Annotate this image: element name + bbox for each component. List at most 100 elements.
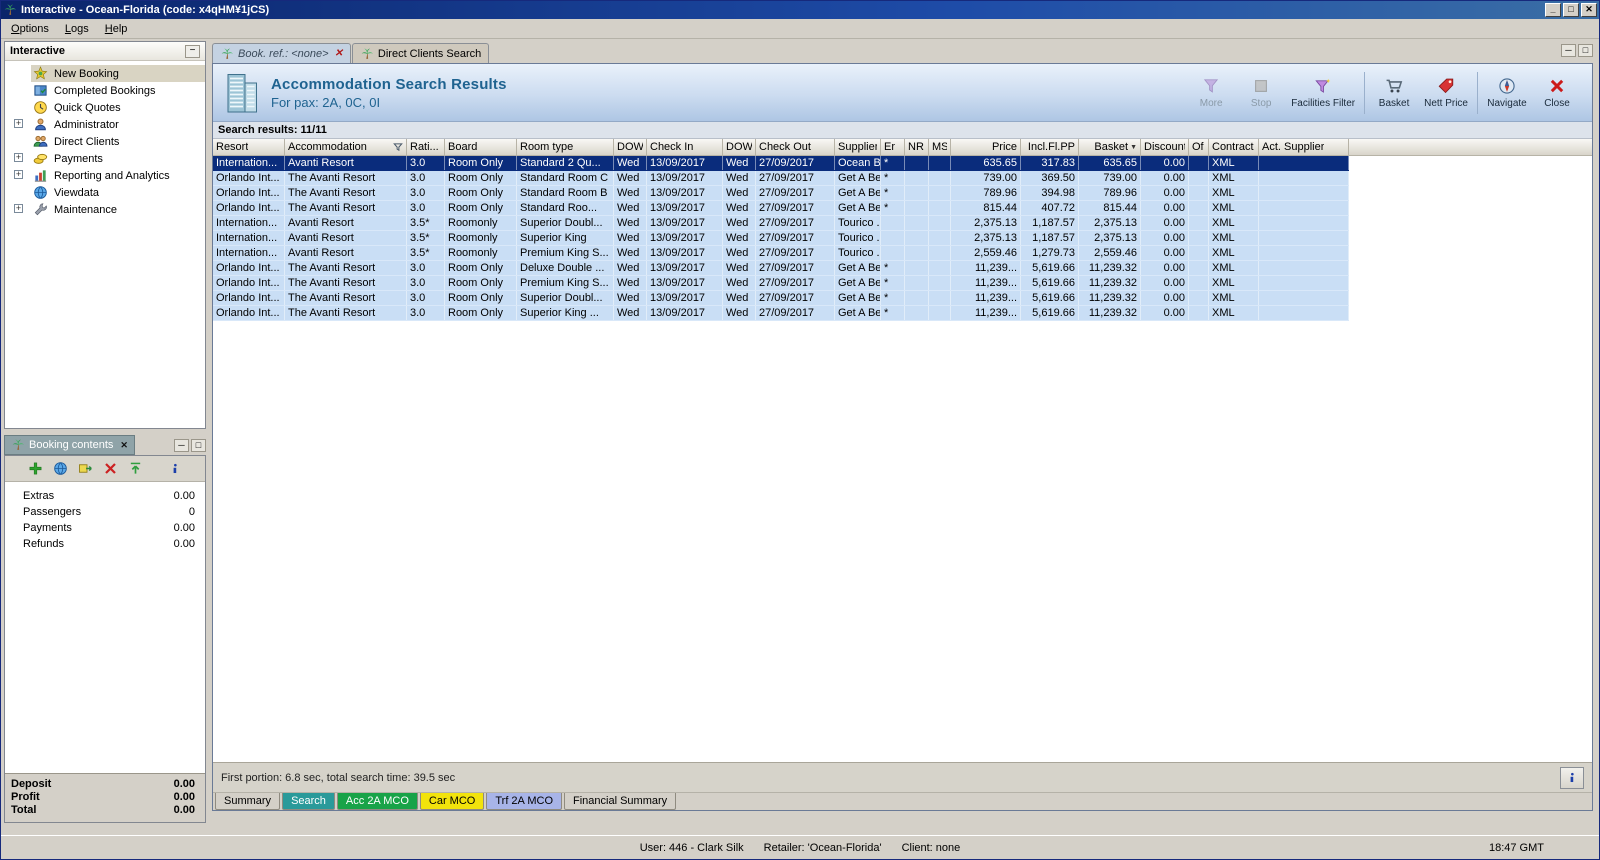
- column-header-check-out[interactable]: Check Out: [756, 139, 835, 156]
- expand-icon[interactable]: +: [14, 153, 23, 162]
- new-booking-icon: [33, 66, 49, 81]
- table-row[interactable]: Internation... Avanti Resort 3.5* Roomonly S…: [213, 231, 1349, 246]
- column-header-supplier[interactable]: Supplier: [835, 139, 881, 156]
- info-button[interactable]: [1560, 766, 1584, 789]
- column-header-board[interactable]: Board: [445, 139, 517, 156]
- column-header-dow[interactable]: DOW: [723, 139, 756, 156]
- table-row[interactable]: Internation... Avanti Resort 3.0 Room Only S…: [213, 156, 1349, 171]
- cell-act-supplier: [1259, 171, 1349, 185]
- table-row[interactable]: Internation... Avanti Resort 3.5* Roomonly S…: [213, 216, 1349, 231]
- table-row[interactable]: Orlando Int... The Avanti Resort 3.0 Room O…: [213, 201, 1349, 216]
- expand-icon[interactable]: +: [14, 170, 23, 179]
- total-value: 0.00: [173, 778, 195, 790]
- cell-discount: 0.00: [1141, 246, 1189, 260]
- doc-tab-book-ref-none[interactable]: Book. ref.: <none> ✕: [212, 43, 351, 63]
- column-header-incl-fl-pp[interactable]: Incl.Fl.PP: [1021, 139, 1079, 156]
- collapse-panel-icon[interactable]: −: [185, 44, 200, 58]
- booking-list-item[interactable]: Payments 0.00: [23, 520, 197, 536]
- bottom-tab-car-mco[interactable]: Car MCO: [419, 793, 485, 810]
- toolbar-button-label: Basket: [1378, 97, 1410, 109]
- menu-options[interactable]: Options: [3, 20, 57, 38]
- menu-help[interactable]: Help: [97, 20, 136, 38]
- sidebar-item-administrator[interactable]: + Administrator: [5, 116, 205, 133]
- column-header-ms[interactable]: MS: [929, 139, 951, 156]
- sidebar-item-payments[interactable]: + Payments: [5, 150, 205, 167]
- cell-dow: Wed: [614, 276, 647, 290]
- column-header-discount[interactable]: Discount: [1141, 139, 1189, 156]
- stop-button: Stop: [1236, 67, 1286, 119]
- add-icon[interactable]: [28, 461, 44, 477]
- restore-view-icon[interactable]: □: [1578, 44, 1593, 57]
- maximize-icon[interactable]: □: [1563, 3, 1579, 17]
- table-row[interactable]: Orlando Int... The Avanti Resort 3.0 Room O…: [213, 171, 1349, 186]
- upload-icon[interactable]: [128, 461, 144, 477]
- table-row[interactable]: Orlando Int... The Avanti Resort 3.0 Room O…: [213, 291, 1349, 306]
- table-row[interactable]: Orlando Int... The Avanti Resort 3.0 Room O…: [213, 261, 1349, 276]
- minimize-panel-icon[interactable]: ─: [174, 438, 189, 452]
- column-header-check-in[interactable]: Check In: [647, 139, 723, 156]
- column-header-accommodation[interactable]: Accommodation: [285, 139, 407, 156]
- restore-panel-icon[interactable]: □: [191, 438, 206, 452]
- cell-incl-fl-pp: 407.72: [1021, 201, 1079, 215]
- column-header-resort[interactable]: Resort: [213, 139, 285, 156]
- title-bar[interactable]: Interactive - Ocean-Florida (code: x4qHM…: [1, 1, 1599, 19]
- navigate-button[interactable]: Navigate: [1482, 67, 1532, 119]
- close-tab-icon[interactable]: ✕: [335, 48, 343, 59]
- menu-logs[interactable]: Logs: [57, 20, 97, 38]
- column-header-dow[interactable]: DOW: [614, 139, 647, 156]
- column-header-of[interactable]: Of: [1189, 139, 1209, 156]
- export-icon[interactable]: [78, 461, 94, 477]
- doc-tab-direct-clients-search[interactable]: Direct Clients Search: [351, 43, 490, 63]
- delete-icon[interactable]: [103, 461, 119, 477]
- bottom-tab-trf-2a-mco[interactable]: Trf 2A MCO: [486, 793, 562, 810]
- minimize-view-icon[interactable]: ─: [1561, 44, 1576, 57]
- nett-price-button[interactable]: Nett Price: [1419, 67, 1473, 119]
- table-row[interactable]: Internation... Avanti Resort 3.5* Roomonly P…: [213, 246, 1349, 261]
- column-header-price[interactable]: Price: [951, 139, 1021, 156]
- bottom-tab-summary[interactable]: Summary: [215, 793, 281, 810]
- table-row[interactable]: Orlando Int... The Avanti Resort 3.0 Room O…: [213, 306, 1349, 321]
- cell-discount: 0.00: [1141, 291, 1189, 305]
- filter-icon[interactable]: [391, 142, 403, 152]
- bottom-tab-search[interactable]: Search: [282, 793, 335, 810]
- booking-contents-tab[interactable]: Booking contents ✕: [4, 435, 135, 455]
- sidebar-item-new-booking[interactable]: New Booking: [5, 65, 205, 82]
- close-panel-icon[interactable]: ✕: [120, 440, 128, 451]
- bottom-tab-strip: Summary Search Acc 2A MCO Car MCO Trf 2A MCO…: [213, 792, 1592, 810]
- column-header-room-type[interactable]: Room type: [517, 139, 614, 156]
- column-header-basket[interactable]: Basket ▼: [1079, 139, 1141, 156]
- minimize-icon[interactable]: _: [1545, 3, 1561, 17]
- column-header-er[interactable]: Er: [881, 139, 905, 156]
- booking-list-item[interactable]: Passengers 0: [23, 504, 197, 520]
- table-row[interactable]: Orlando Int... The Avanti Resort 3.0 Room O…: [213, 276, 1349, 291]
- close-button[interactable]: Close: [1532, 67, 1582, 119]
- bottom-tab-financial-summary[interactable]: Financial Summary: [564, 793, 677, 810]
- column-header-contract[interactable]: Contract: [1209, 139, 1259, 156]
- column-header-rati[interactable]: Rati...: [407, 139, 445, 156]
- sidebar-item-completed-bookings[interactable]: Completed Bookings: [5, 82, 205, 99]
- close-window-icon[interactable]: ✕: [1581, 3, 1597, 17]
- cell-discount: 0.00: [1141, 156, 1189, 170]
- globe-icon[interactable]: [53, 461, 69, 477]
- sidebar-item-viewdata[interactable]: Viewdata: [5, 184, 205, 201]
- sidebar-item-reporting-and-analytics[interactable]: + Reporting and Analytics: [5, 167, 205, 184]
- column-header-act-supplier[interactable]: Act. Supplier: [1259, 139, 1349, 156]
- booking-list-item[interactable]: Extras 0.00: [23, 488, 197, 504]
- expand-icon[interactable]: +: [14, 204, 23, 213]
- sidebar-item-maintenance[interactable]: + Maintenance: [5, 201, 205, 218]
- info-circle-icon[interactable]: [167, 461, 183, 477]
- cell-rati: 3.0: [407, 201, 445, 215]
- facilities-filter-button[interactable]: Facilities Filter: [1286, 67, 1360, 119]
- sidebar-item-quick-quotes[interactable]: Quick Quotes: [5, 99, 205, 116]
- column-header-nr[interactable]: NR: [905, 139, 929, 156]
- basket-button[interactable]: Basket: [1369, 67, 1419, 119]
- cell-dow: Wed: [723, 186, 756, 200]
- bottom-tab-acc-2a-mco[interactable]: Acc 2A MCO: [336, 793, 418, 810]
- building-icon: [223, 71, 261, 115]
- booking-list-item[interactable]: Refunds 0.00: [23, 536, 197, 552]
- header-titles: Accommodation Search Results For pax: 2A…: [271, 76, 507, 110]
- expand-icon[interactable]: +: [14, 119, 23, 128]
- table-row[interactable]: Orlando Int... The Avanti Resort 3.0 Room O…: [213, 186, 1349, 201]
- sidebar-item-direct-clients[interactable]: Direct Clients: [5, 133, 205, 150]
- cell-supplier: Get A Bed: [835, 306, 881, 320]
